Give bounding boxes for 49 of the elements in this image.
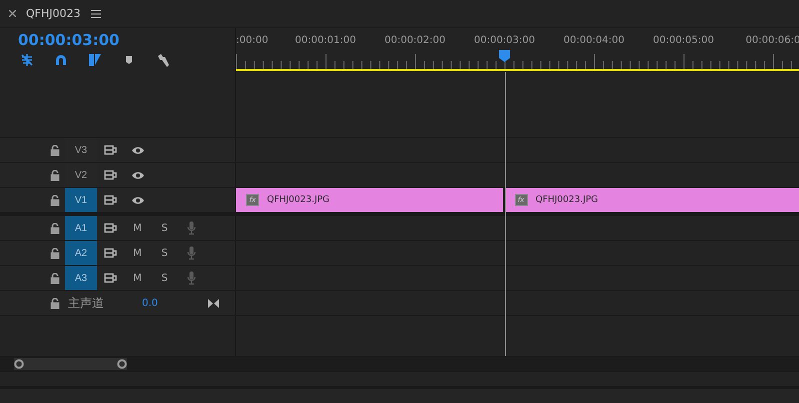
zoom-scrollbar[interactable] (14, 358, 127, 370)
ruler-label: 00:00:02:00 (384, 35, 446, 46)
clip-name: QFHJ0023.JPG (536, 195, 598, 205)
menu-icon[interactable] (90, 10, 100, 18)
sync-lock-icon[interactable] (104, 195, 117, 205)
lock-icon[interactable] (50, 272, 60, 284)
scroll-handle[interactable] (117, 359, 127, 369)
sync-lock-icon[interactable] (104, 145, 117, 155)
lock-icon[interactable] (50, 248, 60, 258)
volume-value[interactable]: 0.0 (142, 298, 158, 308)
bowtie-icon[interactable] (208, 298, 219, 308)
ruler-label: 00:00:05:00 (653, 35, 714, 46)
nest-icon[interactable] (20, 53, 34, 67)
eye-icon[interactable] (130, 170, 144, 180)
track-target-button[interactable]: V1 (65, 188, 97, 212)
linked-selection-icon[interactable] (88, 53, 102, 67)
lock-icon[interactable] (50, 298, 60, 308)
lock-icon[interactable] (50, 144, 60, 156)
sync-lock-icon[interactable] (104, 170, 117, 180)
track-target-button[interactable]: A3 (65, 266, 97, 290)
ruler-label: 00:00:01:00 (295, 35, 356, 46)
close-icon[interactable] (9, 10, 16, 17)
lock-icon[interactable] (50, 194, 60, 206)
magnet-icon[interactable] (54, 53, 68, 67)
mute-button[interactable]: M (124, 222, 151, 234)
wrench-icon[interactable] (156, 53, 170, 67)
sync-lock-icon[interactable] (104, 273, 117, 283)
mute-button[interactable]: M (124, 248, 151, 258)
sync-lock-icon[interactable] (104, 248, 117, 258)
solo-button[interactable]: S (151, 272, 178, 284)
sync-lock-icon[interactable] (104, 223, 117, 233)
track-name: 主声道 (68, 294, 105, 312)
playhead[interactable] (499, 50, 510, 62)
ruler-label: :00:00 (236, 35, 268, 46)
lock-icon[interactable] (50, 170, 60, 180)
solo-button[interactable]: S (151, 222, 178, 234)
mute-button[interactable]: M (124, 272, 151, 284)
scroll-handle[interactable] (14, 359, 24, 369)
eye-icon[interactable] (130, 146, 144, 154)
track-target-button[interactable]: A1 (65, 216, 97, 240)
clip-name: QFHJ0023.JPG (267, 195, 330, 205)
panel-title[interactable]: QFHJ0023 (26, 7, 80, 20)
ruler-label: 00:00:03:00 (474, 35, 535, 46)
timecode[interactable]: 00:00:03:00 (18, 31, 120, 49)
ruler-label: 00:00:04:00 (564, 35, 624, 46)
lock-icon[interactable] (50, 222, 60, 234)
solo-button[interactable]: S (151, 248, 178, 258)
track-target-button[interactable]: A2 (65, 241, 97, 265)
eye-icon[interactable] (130, 196, 144, 204)
